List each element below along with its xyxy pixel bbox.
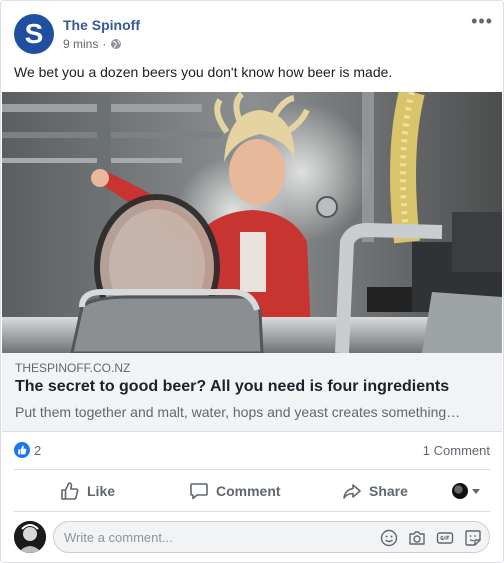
action-bar: Like Comment Share: [14, 475, 490, 507]
globe-icon[interactable]: [110, 38, 122, 50]
link-title[interactable]: The secret to good beer? All you need is…: [15, 378, 449, 396]
emoji-icon[interactable]: [380, 529, 398, 547]
user-avatar-image: [14, 521, 46, 553]
link-preview-image[interactable]: [2, 92, 502, 353]
like-label: Like: [87, 483, 116, 499]
page-name-link[interactable]: The Spinoff: [63, 17, 140, 33]
link-description: Put them together and malt, water, hops …: [15, 404, 461, 420]
thumbs-up-icon: [18, 445, 27, 455]
post-header: S The Spinoff 9 mins · •••: [14, 12, 493, 56]
share-button[interactable]: Share: [342, 475, 408, 507]
sticker-icon[interactable]: [464, 529, 482, 547]
user-avatar[interactable]: [14, 521, 46, 553]
camera-icon[interactable]: [408, 529, 426, 547]
brewery-photo: [2, 92, 502, 353]
sticker-glyph: [465, 530, 481, 546]
link-preview[interactable]: THESPINOFF.CO.NZ The secret to good beer…: [2, 353, 502, 432]
post-card: S The Spinoff 9 mins · ••• We bet you a …: [0, 0, 504, 563]
more-options-icon[interactable]: •••: [471, 12, 493, 30]
thumbs-up-outline-icon: [61, 482, 79, 500]
post-message: We bet you a dozen beers you don't know …: [14, 64, 393, 80]
share-label: Share: [369, 483, 408, 499]
avatar-letter: S: [24, 18, 44, 49]
comment-composer: [14, 519, 490, 555]
share-arrow-icon: [343, 484, 361, 499]
speech-bubble-icon: [190, 483, 208, 500]
post-timestamp[interactable]: 9 mins: [63, 37, 98, 51]
chevron-down-icon: [472, 488, 480, 494]
divider: [14, 469, 490, 470]
like-button[interactable]: Like: [60, 475, 115, 507]
smiley-glyph: [380, 529, 398, 547]
link-domain: THESPINOFF.CO.NZ: [15, 361, 131, 375]
reactions-bar: 2 1 Comment: [14, 441, 490, 461]
camera-glyph: [409, 531, 425, 545]
comment-label: Comment: [216, 483, 281, 499]
composer-icons: [380, 529, 482, 547]
reaction-count[interactable]: 2: [34, 443, 41, 458]
separator-dot: ·: [102, 37, 107, 51]
comment-as-selector[interactable]: [452, 475, 480, 507]
gif-icon[interactable]: [436, 529, 454, 547]
comment-count[interactable]: 1 Comment: [423, 443, 490, 458]
divider: [14, 511, 490, 512]
gif-glyph: [436, 532, 454, 544]
page-avatar[interactable]: S: [14, 14, 54, 54]
user-mini-avatar: [452, 483, 468, 499]
comment-button[interactable]: Comment: [189, 475, 281, 507]
like-reaction-icon[interactable]: [14, 442, 30, 458]
post-meta: 9 mins ·: [63, 37, 122, 51]
